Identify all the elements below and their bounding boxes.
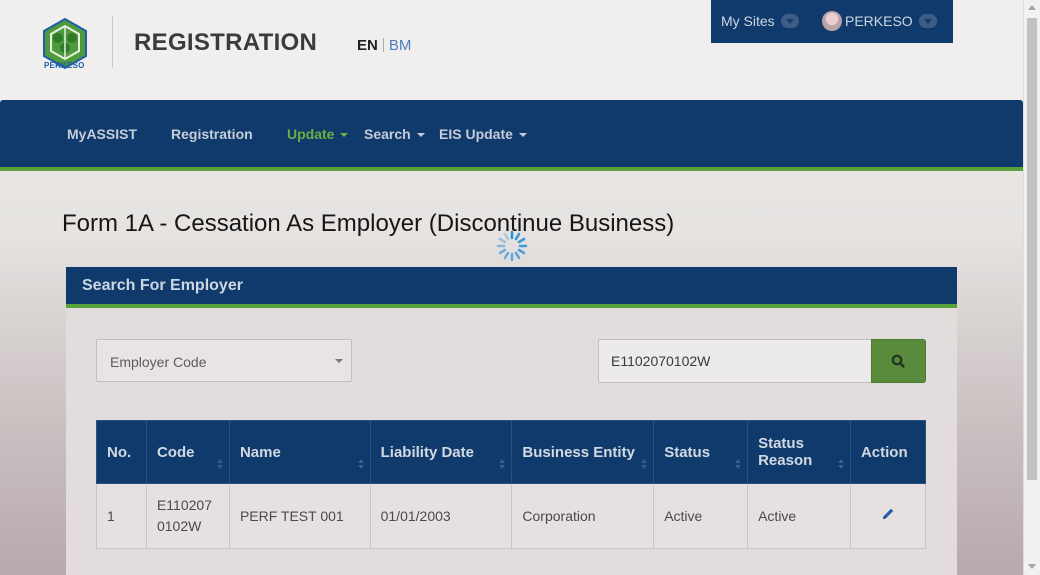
vertical-scrollbar[interactable] (1023, 0, 1040, 575)
search-panel-header: Search For Employer (66, 267, 957, 308)
sort-icon (499, 459, 506, 469)
cell-no: 1 (96, 483, 147, 549)
cell-code-part2: 0102W (156, 518, 202, 534)
cell-code-part1: E110207 (156, 497, 212, 513)
chevron-down-icon (335, 359, 343, 363)
chevron-down-icon (918, 14, 937, 28)
col-header-action: Action (849, 420, 927, 484)
sort-icon (641, 459, 648, 469)
app-title: REGISTRATION (134, 29, 318, 56)
scrollbar-thumb[interactable] (1027, 18, 1037, 480)
col-header-label: Code (156, 443, 195, 461)
col-header-label: Status (664, 443, 711, 461)
page-title: Form 1A - Cessation As Employer (Discont… (62, 210, 675, 237)
search-type-value: Employer Code (110, 354, 207, 370)
cell-liability-date: 01/01/2003 (369, 483, 513, 549)
scroll-up-arrow-icon[interactable] (1028, 5, 1036, 10)
nav-item-search[interactable]: Search (364, 126, 425, 142)
cell-business-entity: Corporation (511, 483, 655, 549)
sort-icon (837, 459, 844, 469)
nav-label: Search (364, 126, 411, 142)
employer-results-table: No. Code Name Liability Date Business En… (96, 420, 927, 549)
col-header-label: Name (239, 443, 281, 461)
caret-down-icon (416, 133, 425, 137)
header-divider (112, 16, 113, 68)
col-header-label: Business Entity (522, 443, 635, 461)
search-type-select[interactable]: Employer Code (96, 339, 352, 382)
avatar (822, 11, 842, 31)
nav-label: Registration (171, 126, 253, 142)
col-header-liability-date[interactable]: Liability Date (369, 420, 513, 484)
col-header-no[interactable]: No. (96, 420, 147, 484)
main-nav: MyASSIST Registration Update Search EIS … (0, 100, 1023, 171)
top-header: PERKESO REGISTRATION EN BM My Sites PERKE… (0, 0, 1023, 100)
caret-down-icon (340, 133, 349, 137)
nav-item-update[interactable]: Update (287, 126, 349, 142)
col-header-name[interactable]: Name (228, 420, 371, 484)
user-account-menu[interactable]: PERKESO (822, 11, 937, 31)
sort-icon (216, 459, 223, 469)
user-name: PERKESO (845, 13, 913, 29)
loading-spinner-icon (496, 230, 528, 262)
col-header-status[interactable]: Status (653, 420, 749, 484)
col-header-label: Action (860, 443, 908, 461)
nav-label: Update (287, 126, 335, 142)
page: PERKESO REGISTRATION EN BM My Sites PERKE… (0, 0, 1023, 575)
cell-name: PERF TEST 001 (228, 483, 371, 549)
cell-action (849, 483, 927, 549)
caret-down-icon (518, 133, 527, 137)
search-input[interactable] (598, 339, 872, 383)
nav-label: MyASSIST (67, 126, 138, 142)
my-sites-label: My Sites (721, 13, 775, 29)
my-sites-menu[interactable]: My Sites (721, 13, 799, 29)
col-header-status-reason[interactable]: Status Reason (747, 420, 851, 484)
sort-icon (357, 459, 364, 469)
col-header-code[interactable]: Code (145, 420, 230, 484)
cell-code: E110207 0102W (145, 483, 230, 549)
nav-item-eis-update[interactable]: EIS Update (439, 126, 527, 142)
edit-pencil-icon[interactable] (881, 507, 895, 521)
search-panel-title: Search For Employer (82, 277, 243, 294)
lang-en-link[interactable]: EN (357, 37, 378, 54)
col-header-business-entity[interactable]: Business Entity (511, 420, 655, 484)
lang-bm-link[interactable]: BM (389, 37, 412, 54)
language-switcher: EN BM (357, 37, 411, 54)
col-header-label: Liability Date (380, 443, 474, 461)
lang-divider (382, 38, 384, 52)
nav-item-myassist[interactable]: MyASSIST (67, 126, 137, 142)
nav-item-registration[interactable]: Registration (171, 126, 253, 142)
search-button[interactable] (871, 339, 926, 383)
user-menu-bar: My Sites PERKESO (711, 0, 953, 43)
logo-text: PERKESO (44, 61, 85, 70)
chevron-down-icon (780, 14, 799, 28)
sort-icon (735, 459, 742, 469)
table-row: 1 E110207 0102W PERF TEST 001 01/01/2003 … (96, 483, 927, 549)
cell-status: Active (653, 483, 749, 549)
cell-status-reason: Active (747, 483, 851, 549)
col-header-label: No. (107, 443, 132, 461)
col-header-label: Status Reason (758, 435, 813, 469)
table-header-row: No. Code Name Liability Date Business En… (96, 420, 927, 484)
scroll-down-arrow-icon[interactable] (1028, 564, 1036, 569)
nav-label: EIS Update (439, 126, 513, 142)
search-icon (891, 354, 905, 368)
